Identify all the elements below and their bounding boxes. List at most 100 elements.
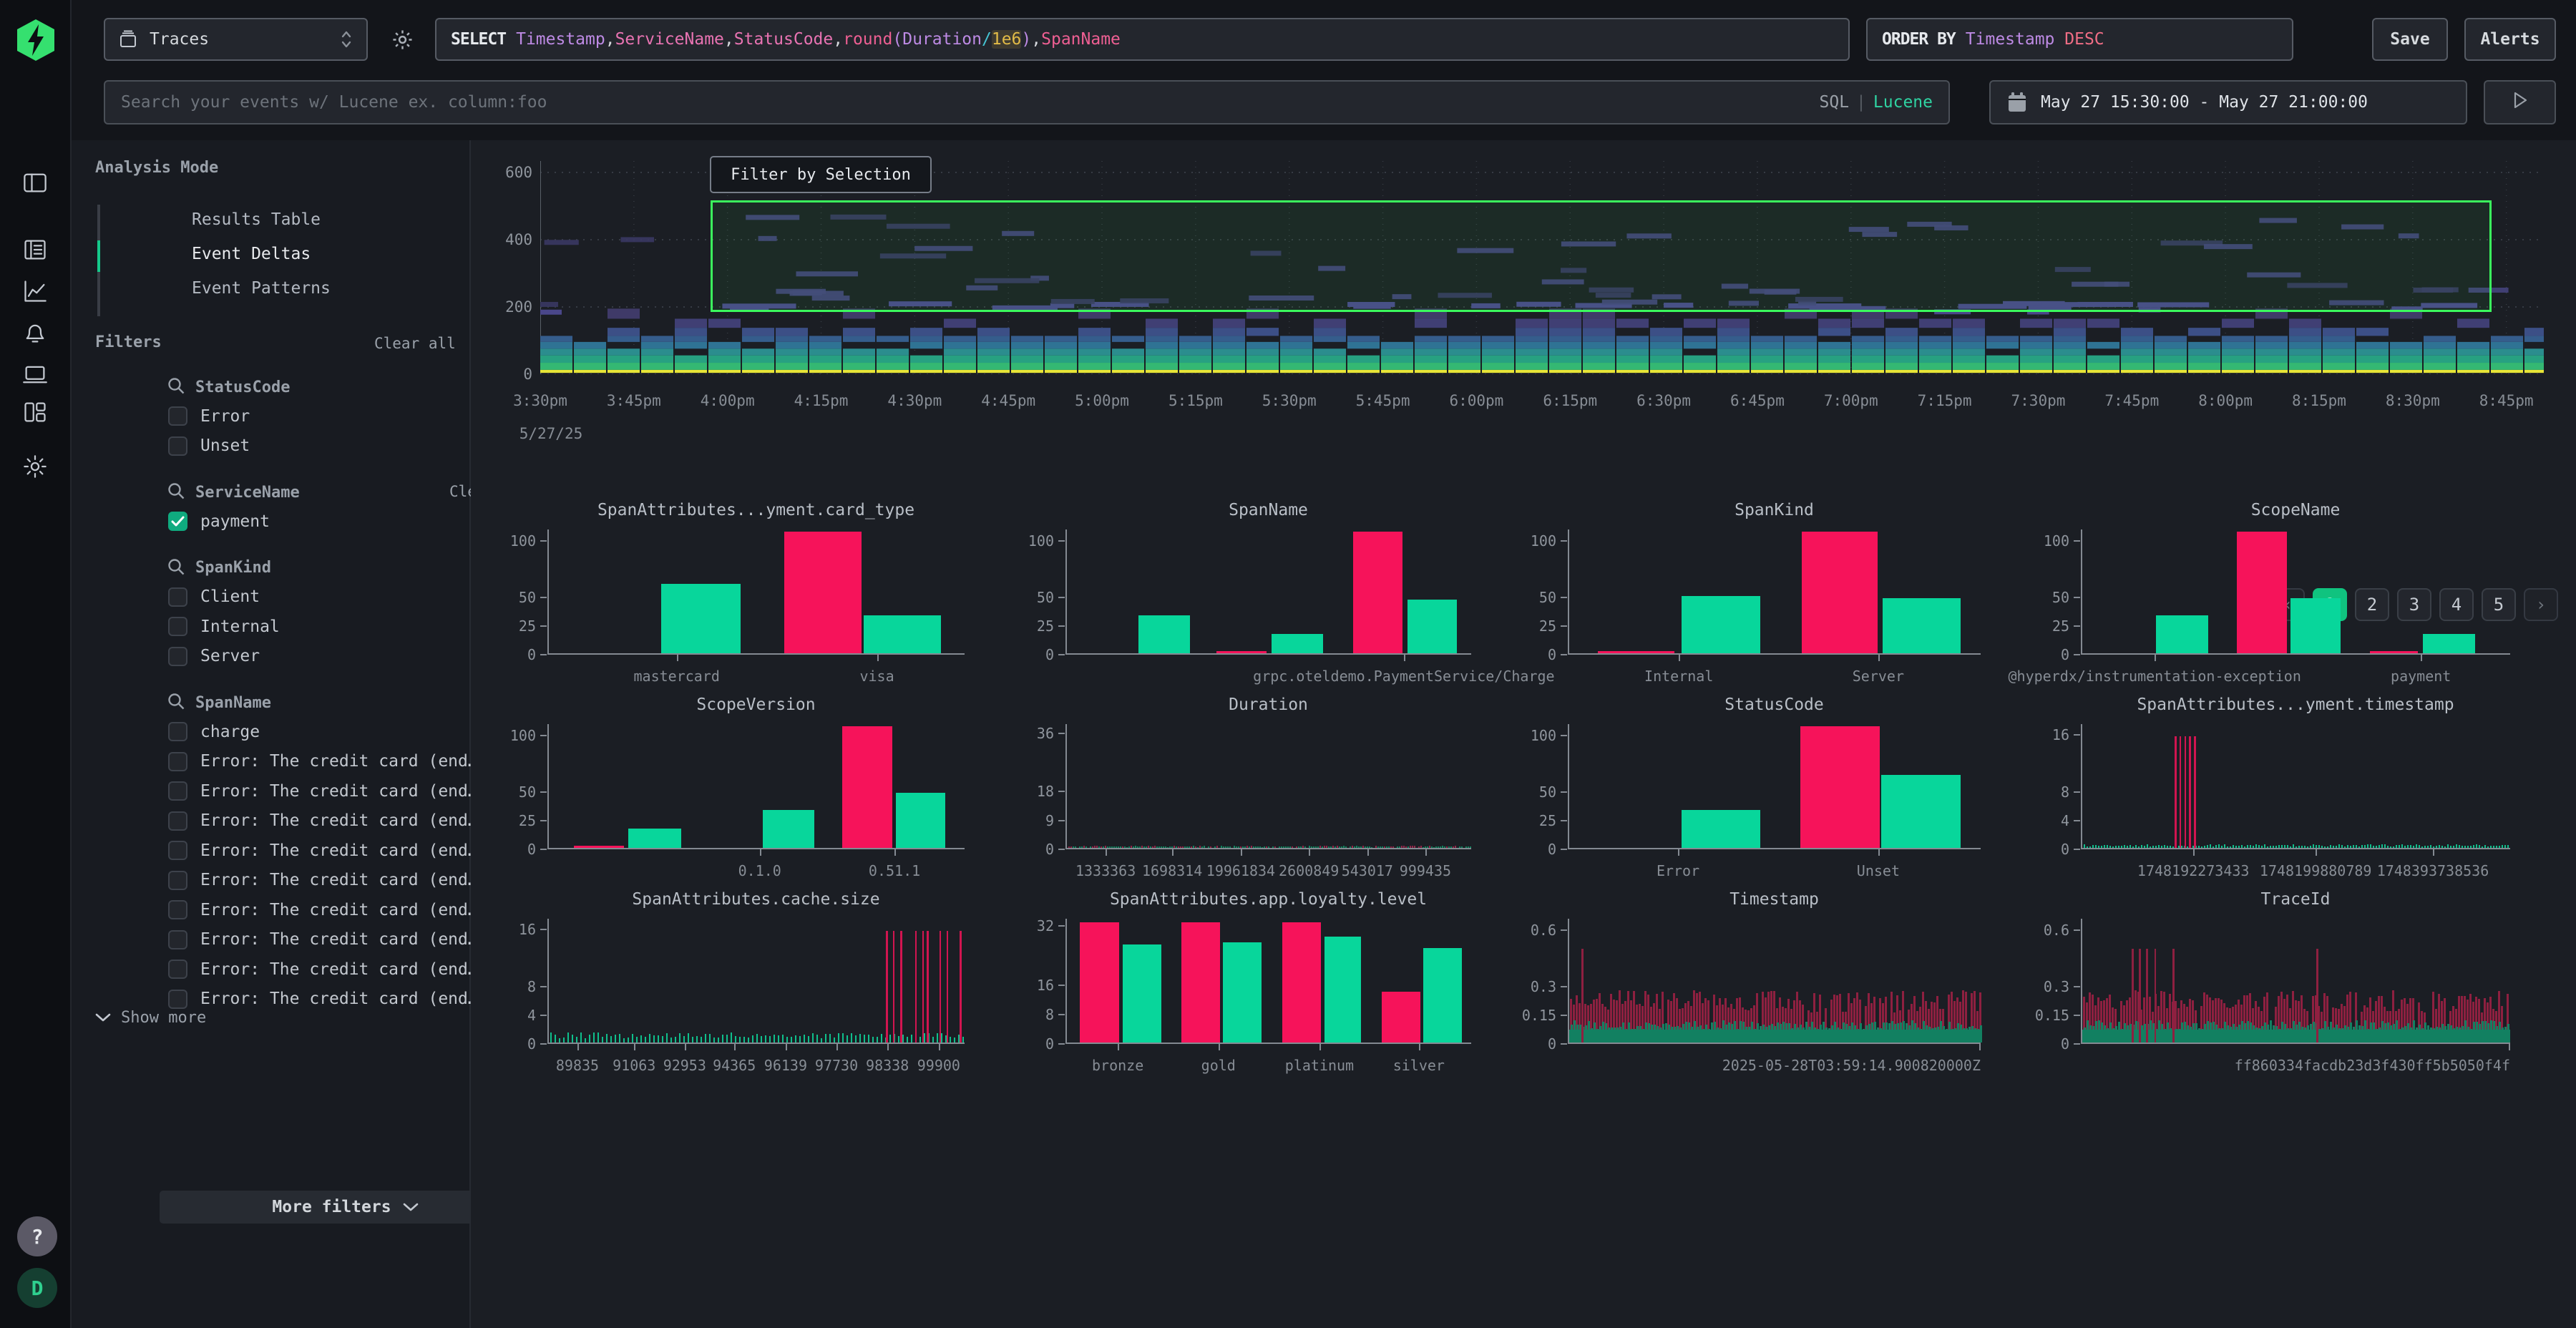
- filter-option[interactable]: Internal: [168, 617, 280, 636]
- language-lucene[interactable]: Lucene: [1873, 93, 1933, 112]
- app-logo-icon[interactable]: [15, 19, 57, 62]
- filters-title: Filters: [95, 333, 162, 351]
- dashboard-icon[interactable]: [22, 399, 48, 425]
- mini-y-tick: 0: [2012, 841, 2069, 858]
- bell-icon[interactable]: [22, 320, 48, 346]
- filter-option[interactable]: Error: The credit card (end…: [168, 930, 478, 949]
- bar: [2141, 845, 2142, 848]
- bar: [2238, 846, 2240, 848]
- analysis-mode-item-event-patterns[interactable]: Event Patterns: [192, 279, 331, 298]
- logs-icon[interactable]: [22, 237, 48, 263]
- source-select[interactable]: Traces: [104, 18, 368, 61]
- select-query-value: Timestamp,ServiceName,StatusCode,round(D…: [516, 30, 1121, 49]
- mini-chart-timestamp[interactable]: [1568, 919, 1981, 1044]
- save-button[interactable]: Save: [2372, 18, 2448, 61]
- bar: [795, 1035, 796, 1043]
- checkbox-unchecked[interactable]: [168, 617, 187, 636]
- mini-chart-spankind[interactable]: [1568, 529, 1981, 655]
- source-settings-gear-icon[interactable]: [391, 28, 414, 52]
- filter-option[interactable]: Error: The credit card (end…: [168, 871, 478, 890]
- show-more-link[interactable]: Show more: [95, 1009, 206, 1027]
- mini-chart-duration[interactable]: [1065, 724, 1471, 849]
- filter-option[interactable]: Client: [168, 587, 260, 607]
- bar: [688, 1033, 689, 1043]
- mini-chart-spanname[interactable]: [1065, 529, 1471, 655]
- filter-option[interactable]: charge: [168, 722, 260, 741]
- select-query-input[interactable]: SELECT Timestamp,ServiceName,StatusCode,…: [435, 18, 1850, 61]
- checkbox-unchecked[interactable]: [168, 811, 187, 831]
- y-tick-mark: [540, 1015, 547, 1016]
- alerts-button[interactable]: Alerts: [2464, 18, 2556, 61]
- checkbox-unchecked[interactable]: [168, 841, 187, 860]
- icon-rail: ? D: [0, 0, 72, 1328]
- checkbox-unchecked[interactable]: [168, 871, 187, 890]
- mini-chart-traceid[interactable]: [2081, 919, 2510, 1044]
- language-sql[interactable]: SQL: [1820, 93, 1850, 112]
- checkbox-unchecked[interactable]: [168, 647, 187, 666]
- order-by-input[interactable]: ORDER BY Timestamp DESC: [1866, 18, 2293, 61]
- checkbox-unchecked[interactable]: [168, 436, 187, 456]
- bar: [2401, 844, 2403, 848]
- query-token: DESC: [2064, 30, 2104, 49]
- query-token: SpanName: [1041, 30, 1121, 49]
- language-toggle[interactable]: SQL | Lucene: [1820, 93, 1933, 112]
- bar: [1324, 846, 1325, 848]
- bar: [2321, 846, 2323, 848]
- checkbox-checked[interactable]: [168, 512, 187, 531]
- filter-option[interactable]: Error: The credit card (end…: [168, 811, 478, 831]
- checkbox-unchecked[interactable]: [168, 930, 187, 949]
- filter-option[interactable]: Server: [168, 647, 260, 666]
- checkbox-unchecked[interactable]: [168, 752, 187, 771]
- filter-option[interactable]: Error: The credit card (end…: [168, 752, 478, 771]
- mini-chart-statuscode[interactable]: [1568, 724, 1981, 849]
- filter-option[interactable]: Error: [168, 406, 250, 426]
- x-tick-mark: [1172, 849, 1174, 856]
- checkbox-unchecked[interactable]: [168, 781, 187, 801]
- filter-by-selection-button[interactable]: Filter by Selection: [710, 156, 932, 193]
- checkbox-unchecked[interactable]: [168, 990, 187, 1009]
- bar: [2185, 736, 2187, 848]
- laptop-icon[interactable]: [22, 361, 48, 387]
- calendar-icon: [2008, 92, 2026, 112]
- analysis-mode-item-event-deltas[interactable]: Event Deltas: [192, 245, 311, 263]
- checkbox-unchecked[interactable]: [168, 587, 187, 607]
- chart-icon[interactable]: [22, 278, 48, 304]
- mini-chart-scopeversion[interactable]: [547, 724, 965, 849]
- mini-chart-spanattributes-cache-size[interactable]: [547, 919, 965, 1044]
- analysis-mode-item-results-table[interactable]: Results Table: [192, 210, 321, 229]
- search-input[interactable]: Search your events w/ Lucene ex. column:…: [104, 80, 1950, 125]
- checkbox-unchecked[interactable]: [168, 960, 187, 979]
- bar: [1197, 847, 1199, 848]
- user-avatar[interactable]: D: [17, 1268, 57, 1308]
- bar: [2250, 845, 2251, 849]
- bar: [2421, 846, 2423, 848]
- gear-icon[interactable]: [22, 454, 48, 479]
- date-range-picker[interactable]: May 27 15:30:00 - May 27 21:00:00: [1989, 80, 2467, 125]
- mini-chart-spanattributes-yment-timestamp[interactable]: [2081, 724, 2510, 849]
- filter-option[interactable]: payment: [168, 512, 270, 531]
- checkbox-unchecked[interactable]: [168, 406, 187, 426]
- filter-option[interactable]: Unset: [168, 436, 250, 456]
- run-query-button[interactable]: [2484, 80, 2556, 125]
- filter-option[interactable]: Error: The credit card (end…: [168, 781, 478, 801]
- mini-y-tick: 8: [997, 1006, 1054, 1023]
- filter-option[interactable]: Error: The credit card (end…: [168, 900, 478, 919]
- mini-chart-spanattributes-yment-card-type[interactable]: [547, 529, 965, 655]
- filter-option[interactable]: Error: The credit card (end…: [168, 841, 478, 860]
- clear-all-filters[interactable]: Clear all: [374, 335, 456, 352]
- bar: [572, 1035, 573, 1043]
- help-button[interactable]: ?: [17, 1216, 57, 1256]
- filter-option[interactable]: Error: The credit card (end…: [168, 990, 478, 1009]
- bar: [859, 1034, 861, 1043]
- checkbox-unchecked[interactable]: [168, 900, 187, 919]
- filter-option[interactable]: Error: The credit card (end…: [168, 960, 478, 979]
- mini-chart-spanattributes-app-loyalty-level[interactable]: [1065, 919, 1471, 1044]
- panel-toggle-icon[interactable]: [22, 170, 48, 195]
- chart-selection-region[interactable]: [711, 200, 2492, 312]
- bar: [1375, 846, 1377, 848]
- page-next-button[interactable]: ›: [2524, 588, 2558, 621]
- checkbox-unchecked[interactable]: [168, 722, 187, 741]
- mini-y-tick: 25: [997, 617, 1054, 635]
- mini-chart-scopename[interactable]: [2081, 529, 2510, 655]
- bar: [898, 1036, 899, 1043]
